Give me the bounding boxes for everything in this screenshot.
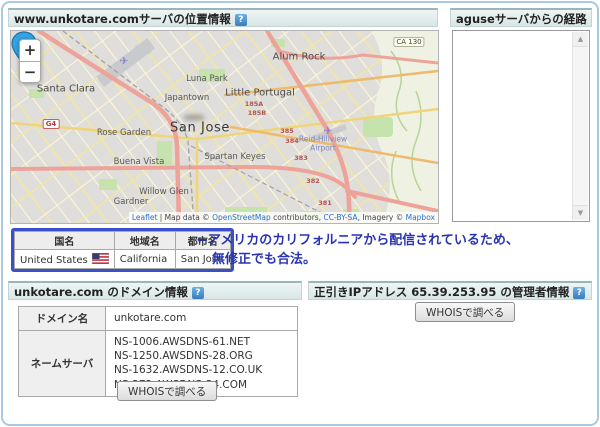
nameserver-label: ネームサーバ [18,330,106,397]
location-section-title: www.unkotare.comサーバの位置情報 [14,12,231,26]
domain-whois-button[interactable]: WHOISで調べる [117,381,218,401]
scroll-down-button[interactable]: ▼ [573,205,588,220]
ip-whois-button[interactable]: WHOISで調べる [415,302,516,322]
help-icon[interactable]: ? [590,14,591,26]
help-icon[interactable]: ? [191,287,204,299]
map[interactable]: + − Leaflet | Map data © OpenStreetMap c… [10,30,439,224]
page: www.unkotare.comサーバの位置情報? + − Leaflet | … [0,0,600,427]
attribution-text: | Map data © [157,213,213,222]
attribution-link[interactable]: OpenStreetMap [212,213,271,222]
domain-name-label: ドメイン名 [18,306,106,331]
zoom-in-button[interactable]: + [19,39,41,61]
location-section-header: www.unkotare.comサーバの位置情報? [8,8,438,27]
annotation: ←アメリカのカリフォルニアから配信されているため、 無修正でも合法。 [197,231,519,269]
map-svg [11,31,438,223]
nameserver-item: NS-1632.AWSDNS-12.CO.UK [114,364,263,377]
ip-section-header: 正引きIPアドレス 65.39.253.95 の管理者情報? [308,281,592,300]
attribution-text: , Imagery © [357,213,406,222]
map-pin-shadow [183,114,205,121]
attribution-link[interactable]: Mapbox [406,213,435,222]
attribution-text: contributors, [270,213,324,222]
domain-name-value: unkotare.com [105,306,298,331]
route-section-header: aguseサーバからの経路? [450,8,592,27]
zoom-out-button[interactable]: − [19,61,41,83]
map-attribution: Leaflet | Map data © OpenStreetMap contr… [128,212,438,223]
nameserver-item: NS-1250.AWSDNS-28.ORG [114,350,253,363]
help-icon[interactable]: ? [234,14,247,26]
map-zoom-control: + − [19,39,41,83]
domain-section-header: unkotare.com のドメイン情報? [8,281,302,300]
us-flag-icon [91,252,109,264]
scroll-up-button[interactable]: ▲ [573,32,588,47]
attribution-link[interactable]: Leaflet [132,213,158,222]
region-cell: California [113,249,176,269]
attribution-link[interactable]: CC-BY-SA [323,213,357,222]
nameserver-item: NS-1006.AWSDNS-61.NET [114,336,251,348]
route-section-title: aguseサーバからの経路 [456,12,587,26]
domain-section-title: unkotare.com のドメイン情報 [14,285,188,299]
help-icon[interactable]: ? [573,287,586,299]
country-value: United States [20,254,88,266]
scrollbar[interactable]: ▲ ▼ [572,32,588,220]
country-header: 国名 [14,231,115,250]
ip-section-title: 正引きIPアドレス 65.39.253.95 の管理者情報 [314,285,570,299]
annotation-line2: 無修正でも合法。 [212,252,317,267]
region-header: 地域名 [113,231,176,250]
country-cell: United States [14,249,115,269]
annotation-line1: ←アメリカのカリフォルニアから配信されているため、 [197,233,519,248]
route-listbox[interactable]: ▲ ▼ [452,30,590,222]
